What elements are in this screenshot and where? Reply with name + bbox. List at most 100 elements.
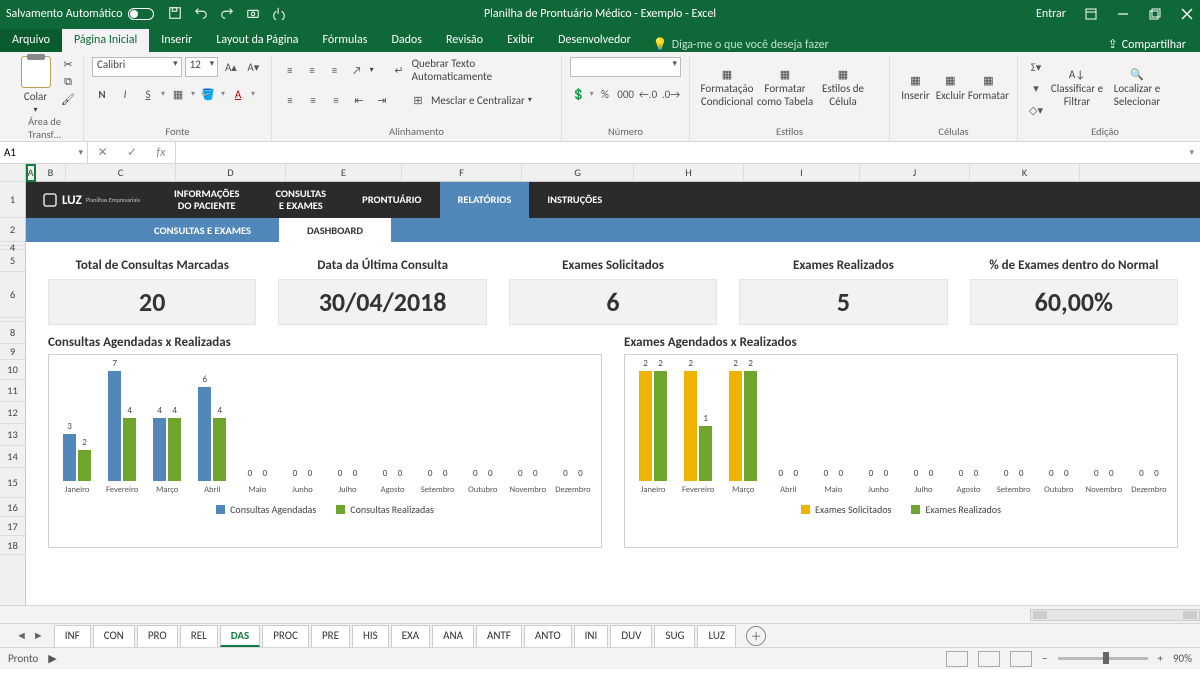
minimize-icon[interactable] bbox=[1116, 7, 1130, 21]
sheet-tab[interactable]: EXA bbox=[391, 625, 430, 647]
sheet-tab[interactable]: LUZ bbox=[697, 625, 736, 647]
font-size-select[interactable]: 12 bbox=[185, 57, 219, 77]
save-icon[interactable] bbox=[168, 6, 184, 22]
row-header[interactable]: 13 bbox=[0, 424, 25, 446]
formula-input[interactable] bbox=[176, 142, 1183, 164]
wrap-text-button[interactable]: Quebrar Texto Automaticamente bbox=[412, 57, 553, 83]
tell-me-search[interactable]: 💡 Diga-me o que você deseja fazer bbox=[653, 37, 829, 52]
font-name-select[interactable]: Calibri bbox=[92, 57, 182, 77]
sheet-tab[interactable]: INF bbox=[54, 625, 91, 647]
row-header[interactable]: 10 bbox=[0, 360, 25, 380]
tab-layout[interactable]: Layout da Página bbox=[204, 29, 310, 52]
autosave-toggle[interactable]: Salvamento Automático bbox=[6, 7, 154, 21]
decrease-decimal-icon[interactable]: .0→ bbox=[661, 84, 681, 104]
sheet-tab[interactable]: ANA bbox=[432, 625, 474, 647]
format-cells-button[interactable]: ▦Formatar bbox=[968, 56, 1009, 120]
find-select-button[interactable]: 🔍 Localizar e Selecionar bbox=[1108, 56, 1166, 120]
increase-font-icon[interactable]: A▴ bbox=[221, 57, 240, 77]
paste-button[interactable]: Colar▾ bbox=[14, 56, 57, 115]
horizontal-scroll[interactable] bbox=[0, 605, 1200, 623]
sheet-tab[interactable]: CON bbox=[93, 625, 135, 647]
normal-view-icon[interactable] bbox=[946, 651, 968, 667]
maximize-icon[interactable] bbox=[1148, 7, 1162, 21]
redo-icon[interactable] bbox=[220, 6, 236, 22]
close-icon[interactable] bbox=[1180, 7, 1194, 21]
new-sheet-button[interactable]: ＋ bbox=[746, 626, 766, 646]
tab-data[interactable]: Dados bbox=[379, 29, 433, 52]
insert-cells-button[interactable]: ▦Inserir bbox=[898, 56, 933, 120]
row-header[interactable]: 16 bbox=[0, 498, 25, 517]
comma-format-icon[interactable]: 000 bbox=[616, 84, 635, 104]
sheet-tab[interactable]: PRE bbox=[311, 625, 350, 647]
align-bottom-icon[interactable]: ≡ bbox=[325, 60, 344, 80]
row-header[interactable]: 17 bbox=[0, 517, 25, 536]
page-layout-view-icon[interactable] bbox=[978, 651, 1000, 667]
next-sheet-icon[interactable]: ► bbox=[33, 629, 44, 642]
fill-color-button[interactable]: 🪣 bbox=[198, 84, 218, 104]
cut-icon[interactable]: ✂ bbox=[61, 58, 75, 71]
expand-formula-bar-icon[interactable]: ▾ bbox=[1183, 147, 1200, 158]
format-as-table-button[interactable]: ▦ Formatar como Tabela bbox=[756, 56, 814, 120]
tab-review[interactable]: Revisão bbox=[434, 29, 495, 52]
wrap-text-icon[interactable]: ↵ bbox=[389, 60, 408, 80]
row-header[interactable]: 14 bbox=[0, 446, 25, 468]
tab-home[interactable]: Página Inicial bbox=[62, 29, 149, 52]
sheet-tab[interactable]: REL bbox=[180, 625, 218, 647]
copy-icon[interactable]: ⧉ bbox=[61, 75, 75, 89]
percent-format-icon[interactable]: % bbox=[597, 84, 614, 104]
sheet-tab[interactable]: PRO bbox=[137, 625, 178, 647]
orientation-icon[interactable]: ↗ bbox=[347, 60, 366, 80]
autosum-icon[interactable]: Σ▾ bbox=[1026, 58, 1046, 77]
tab-insert[interactable]: Inserir bbox=[149, 29, 204, 52]
sheet-tab[interactable]: SUG bbox=[654, 625, 695, 647]
sheet-tab[interactable]: PROC bbox=[262, 625, 309, 647]
worksheet-nav-item[interactable]: INSTRUÇÕES bbox=[529, 182, 620, 218]
zoom-level[interactable]: 90% bbox=[1173, 652, 1192, 665]
sort-filter-button[interactable]: A↓ Classificar e Filtrar bbox=[1048, 56, 1106, 120]
row-header[interactable]: 5 bbox=[0, 250, 25, 272]
fx-icon[interactable]: fx bbox=[156, 146, 165, 160]
tab-view[interactable]: Exibir bbox=[495, 29, 546, 52]
name-box[interactable]: A1▾ bbox=[0, 142, 88, 164]
decrease-indent-icon[interactable]: ⇤ bbox=[349, 90, 369, 110]
align-top-icon[interactable]: ≡ bbox=[280, 60, 299, 80]
format-painter-icon[interactable]: 🖌 bbox=[61, 93, 75, 106]
sign-in-link[interactable]: Entrar bbox=[1036, 7, 1066, 21]
number-format-select[interactable] bbox=[570, 57, 681, 77]
row-header[interactable]: 11 bbox=[0, 380, 25, 402]
decrease-font-icon[interactable]: A▾ bbox=[244, 57, 263, 77]
scroll-right-icon[interactable] bbox=[1183, 611, 1197, 619]
tab-formulas[interactable]: Fórmulas bbox=[311, 29, 380, 52]
merge-icon[interactable]: ⊞ bbox=[408, 90, 428, 110]
touch-icon[interactable] bbox=[272, 6, 288, 22]
fill-icon[interactable]: ▾ bbox=[1026, 79, 1046, 98]
row-header[interactable]: 15 bbox=[0, 468, 25, 498]
conditional-formatting-button[interactable]: ▦ Formatação Condicional bbox=[698, 56, 756, 120]
share-button[interactable]: ⇪ Compartilhar bbox=[1108, 37, 1200, 52]
font-color-button[interactable]: A bbox=[228, 84, 248, 104]
row-headers[interactable]: 1245689101112131415161718 bbox=[0, 164, 26, 605]
cell-styles-button[interactable]: ▦ Estilos de Célula bbox=[814, 56, 872, 120]
row-header[interactable]: 9 bbox=[0, 344, 25, 360]
increase-indent-icon[interactable]: ⇥ bbox=[372, 90, 392, 110]
sheet-tab[interactable]: ANTO bbox=[524, 625, 572, 647]
sheet-tab[interactable]: INI bbox=[574, 625, 609, 647]
underline-button[interactable]: S bbox=[138, 84, 158, 104]
align-right-icon[interactable]: ≡ bbox=[326, 90, 346, 110]
worksheet-nav-item[interactable]: INFORMAÇÕESDO PACIENTE bbox=[156, 182, 257, 218]
ribbon-display-options-icon[interactable] bbox=[1084, 7, 1098, 21]
zoom-in-icon[interactable]: + bbox=[1158, 652, 1163, 665]
row-header[interactable]: 1 bbox=[0, 182, 25, 218]
macro-record-icon[interactable]: ▶ bbox=[48, 652, 56, 665]
worksheet-subtab[interactable]: CONSULTAS E EXAMES bbox=[126, 218, 279, 242]
scroll-left-icon[interactable] bbox=[1033, 611, 1047, 619]
prev-sheet-icon[interactable]: ◄ bbox=[16, 629, 27, 642]
sheet-tab[interactable]: ANTF bbox=[476, 625, 522, 647]
enter-formula-icon[interactable]: ✓ bbox=[127, 145, 137, 160]
merge-center-button[interactable]: Mesclar e Centralizar bbox=[431, 94, 525, 107]
undo-icon[interactable] bbox=[194, 6, 210, 22]
sheet-tab[interactable]: HIS bbox=[352, 625, 389, 647]
align-left-icon[interactable]: ≡ bbox=[280, 90, 300, 110]
sheet-tab[interactable]: DAS bbox=[220, 625, 261, 647]
border-button[interactable]: ▦ bbox=[168, 84, 188, 104]
